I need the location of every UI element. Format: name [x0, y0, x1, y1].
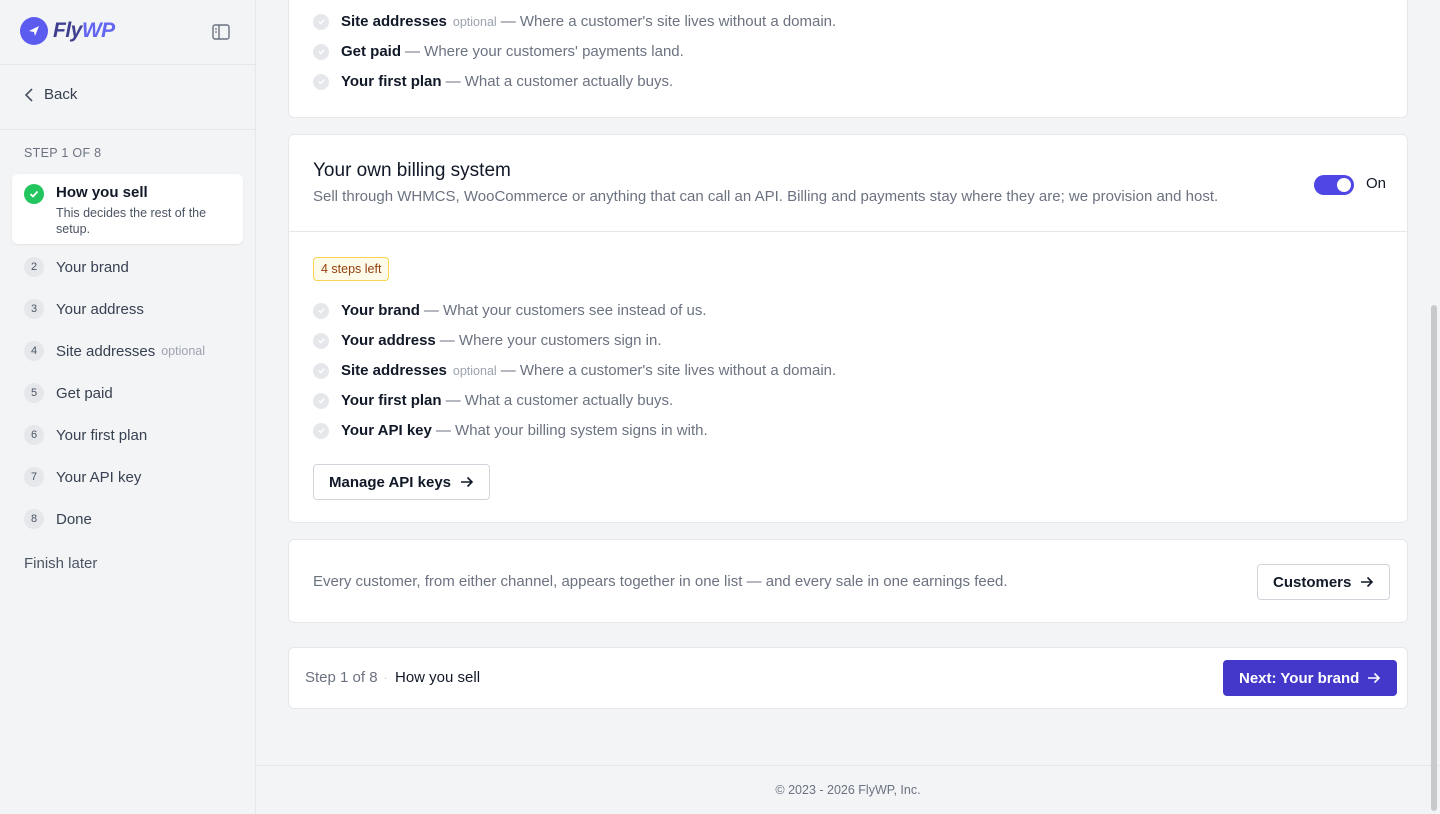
- step-number: 5: [24, 383, 44, 403]
- next-step-button[interactable]: Next: Your brand: [1223, 660, 1398, 696]
- customers-info-card: Every customer, from either channel, app…: [288, 539, 1408, 623]
- copyright: © 2023 - 2026 FlyWP, Inc.: [775, 783, 921, 797]
- check-circle-icon: [313, 392, 329, 409]
- check-circle-icon: [313, 332, 329, 349]
- list-item: Your first plan — What a customer actuall…: [313, 73, 673, 90]
- step-label: Your address: [56, 300, 144, 318]
- check-circle-icon: [313, 302, 329, 319]
- check-circle-icon: [313, 362, 329, 379]
- step-number: 8: [24, 509, 44, 529]
- scrollbar[interactable]: [1431, 305, 1437, 811]
- current-step-name: How you sell: [395, 669, 481, 686]
- step-count: STEP 1 OF 8: [24, 146, 102, 160]
- step-label: Your first plan: [56, 426, 148, 444]
- sidebar-step-how-you-sell[interactable]: How you sell This decides the rest of th…: [12, 174, 243, 244]
- list-item: Your brand — What your customers see inst…: [313, 302, 707, 319]
- sidebar-step-first-plan[interactable]: 6 Your first plan: [24, 424, 147, 446]
- footer: © 2023 - 2026 FlyWP, Inc.: [256, 765, 1440, 814]
- list-item: Site addresses optional — Where a customer…: [313, 13, 836, 30]
- check-circle-icon: [313, 73, 329, 90]
- sidebar-step-done[interactable]: 8 Done: [24, 508, 92, 530]
- check-circle-icon: [313, 13, 329, 30]
- back-button[interactable]: Back: [24, 86, 77, 103]
- step-label: Done: [56, 510, 92, 528]
- billing-toggle[interactable]: [1314, 175, 1354, 195]
- sidebar-step-your-brand[interactable]: 2 Your brand: [24, 256, 129, 278]
- step-number: 6: [24, 425, 44, 445]
- step-navigation-bar: Step 1 of 8 · How you sell Next: Your br…: [288, 647, 1408, 709]
- step-label: Site addresses: [56, 342, 156, 360]
- optional-tag: optional: [161, 344, 206, 358]
- billing-title: Your own billing system: [313, 160, 511, 181]
- store-checklist-card: Site addresses optional — Where a customer…: [288, 0, 1408, 118]
- toggle-knob: [1337, 178, 1351, 192]
- sidebar-step-your-address[interactable]: 3 Your address: [24, 298, 144, 320]
- step-number: 4: [24, 341, 44, 361]
- logo-text: FlyWP: [53, 19, 115, 42]
- separator: ·: [383, 669, 388, 686]
- sidebar: FlyWP Back STEP 1 OF 8 How you sell This…: [0, 0, 256, 814]
- info-text: Every customer, from either channel, app…: [313, 573, 1008, 590]
- logo-row: FlyWP: [0, 0, 255, 65]
- billing-system-card: Your own billing system Sell through WHM…: [288, 134, 1408, 523]
- sidebar-collapse-icon[interactable]: [212, 24, 230, 40]
- list-item: Your first plan — What a customer actuall…: [313, 392, 673, 409]
- sidebar-step-get-paid[interactable]: 5 Get paid: [24, 382, 113, 404]
- toggle-label: On: [1366, 175, 1387, 192]
- step-label: Your API key: [56, 468, 142, 486]
- active-step-desc: This decides the rest of the setup.: [56, 206, 207, 236]
- list-item: Get paid — Where your customers' payments…: [313, 43, 684, 60]
- back-label: Back: [44, 86, 78, 103]
- sidebar-step-api-key[interactable]: 7 Your API key: [24, 466, 141, 488]
- list-item: Your address — Where your customers sign …: [313, 332, 662, 349]
- active-step-title: How you sell: [56, 184, 148, 201]
- check-circle-icon: [313, 422, 329, 439]
- check-circle-icon: [313, 43, 329, 60]
- billing-description: Sell through WHMCS, WooCommerce or anyth…: [313, 188, 1219, 205]
- step-label: Your brand: [56, 258, 129, 276]
- arrow-right-icon: [1368, 672, 1381, 684]
- finish-later-link[interactable]: Finish later: [24, 555, 97, 572]
- list-item: Your API key — What your billing system s…: [313, 422, 708, 439]
- check-circle-icon: [24, 184, 44, 204]
- list-item: Site addresses optional — Where a customer…: [313, 362, 836, 379]
- flywp-logo-icon: [20, 17, 48, 45]
- sidebar-step-site-addresses[interactable]: 4 Site addresses optional: [24, 340, 205, 362]
- steps-left-badge: 4 steps left: [313, 257, 390, 281]
- back-row: Back: [0, 65, 255, 130]
- step-number: 2: [24, 257, 44, 277]
- arrow-right-icon: [1361, 576, 1374, 588]
- step-number: 7: [24, 467, 44, 487]
- flywp-logo[interactable]: FlyWP: [20, 17, 115, 45]
- divider: [289, 231, 1407, 232]
- step-number: 3: [24, 299, 44, 319]
- step-counter: Step 1 of 8: [305, 669, 378, 686]
- arrow-right-icon: [461, 476, 474, 488]
- customers-button[interactable]: Customers: [1257, 564, 1391, 600]
- manage-api-keys-button[interactable]: Manage API keys: [313, 464, 490, 500]
- step-label: Get paid: [56, 384, 113, 402]
- chevron-left-icon: [24, 87, 33, 102]
